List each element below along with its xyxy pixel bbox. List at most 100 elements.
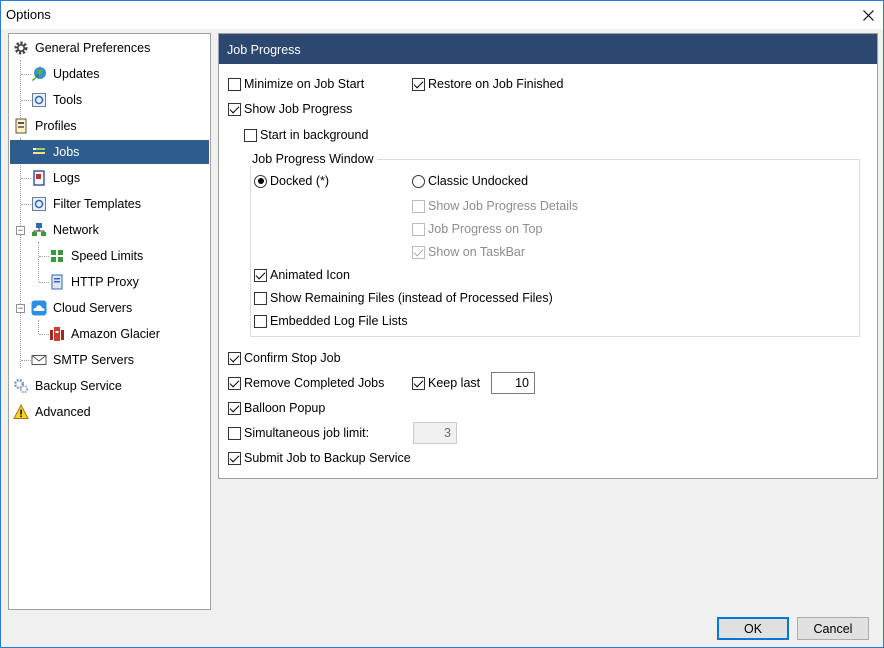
checkbox-box <box>412 222 425 236</box>
tree-line <box>38 320 39 334</box>
network-collapse-toggle[interactable]: − <box>16 226 25 235</box>
filter-templates-icon <box>31 196 47 212</box>
checkbox-box <box>412 77 425 91</box>
tree-item-jobs[interactable]: Jobs <box>10 140 209 164</box>
job-progress-window-group <box>250 159 860 337</box>
checkbox-box <box>412 199 425 213</box>
show-on-taskbar-checkbox[interactable]: Show on TaskBar <box>412 243 525 261</box>
tree-item-label: Updates <box>53 67 100 81</box>
submit-job-to-backup-service-checkbox[interactable]: Submit Job to Backup Service <box>228 449 411 467</box>
tree-item-label: Jobs <box>53 145 80 159</box>
show-remaining-files-checkbox[interactable]: Show Remaining Files (instead of Process… <box>254 289 553 307</box>
checkbox-box <box>254 314 267 328</box>
tree-line <box>38 242 39 282</box>
close-button[interactable] <box>853 1 883 29</box>
options-tree[interactable]: − − General Preferences Updates Tools Pr… <box>8 33 211 610</box>
checkbox-box <box>244 128 257 142</box>
tree-item-advanced[interactable]: Advanced <box>13 400 91 424</box>
tree-item-label: Backup Service <box>35 379 122 393</box>
tree-item-general-preferences[interactable]: General Preferences <box>13 36 150 60</box>
checkbox-box <box>228 401 241 415</box>
radio-label: Classic Undocked <box>428 174 529 188</box>
checkbox-box <box>254 268 267 282</box>
checkbox-box <box>228 77 241 91</box>
tree-item-http-proxy[interactable]: HTTP Proxy <box>49 270 139 294</box>
tree-line <box>20 138 21 368</box>
animated-icon-checkbox[interactable]: Animated Icon <box>254 266 350 284</box>
checkbox-label: Show Remaining Files (instead of Process… <box>270 291 553 305</box>
checkbox-label: Show on TaskBar <box>428 245 526 259</box>
checkbox-label: Restore on Job Finished <box>428 77 564 91</box>
tree-item-updates[interactable]: Updates <box>31 62 100 86</box>
tree-item-cloud-servers[interactable]: Cloud Servers <box>31 296 132 320</box>
radio-circle <box>412 174 425 188</box>
tree-item-profiles[interactable]: Profiles <box>13 114 77 138</box>
tools-icon <box>31 92 47 108</box>
log-book-icon <box>31 170 47 186</box>
checkbox-box <box>228 102 241 116</box>
restore-on-job-finished-checkbox[interactable]: Restore on Job Finished <box>412 75 564 93</box>
tree-item-logs[interactable]: Logs <box>31 166 80 190</box>
checkbox-label: Balloon Popup <box>244 401 326 415</box>
window-title: Options <box>6 7 51 22</box>
profiles-icon <box>13 118 29 134</box>
job-progress-panel: Job Progress Minimize on Job Start Resto… <box>218 33 878 479</box>
show-job-progress-checkbox[interactable]: Show Job Progress <box>228 100 352 118</box>
tree-item-backup-service[interactable]: Backup Service <box>13 374 122 398</box>
service-gear-icon <box>13 378 29 394</box>
tree-item-label: Amazon Glacier <box>71 327 160 341</box>
balloon-popup-checkbox[interactable]: Balloon Popup <box>228 399 325 417</box>
show-job-progress-details-checkbox[interactable]: Show Job Progress Details <box>412 197 578 215</box>
checkbox-label: Confirm Stop Job <box>244 351 341 365</box>
checkbox-label: Start in background <box>260 128 369 142</box>
tree-item-tools[interactable]: Tools <box>31 88 82 112</box>
checkbox-box <box>412 376 425 390</box>
docked-radio[interactable]: Docked (*) <box>254 172 329 190</box>
tree-item-label: General Preferences <box>35 41 151 55</box>
checkbox-box <box>228 451 241 465</box>
tree-item-network[interactable]: Network <box>31 218 99 242</box>
cloud-servers-collapse-toggle[interactable]: − <box>16 304 25 313</box>
tree-item-filter-templates[interactable]: Filter Templates <box>31 192 141 216</box>
tree-item-speed-limits[interactable]: Speed Limits <box>49 244 143 268</box>
checkbox-box <box>254 291 267 305</box>
keep-last-input[interactable]: 10 <box>491 372 535 394</box>
checkbox-label: Embedded Log File Lists <box>270 314 408 328</box>
globe-update-icon <box>31 66 47 82</box>
checkbox-label: Minimize on Job Start <box>244 77 365 91</box>
cancel-button[interactable]: Cancel <box>797 617 869 640</box>
checkbox-box <box>228 351 241 365</box>
checkbox-label: Show Job Progress <box>244 102 353 116</box>
tree-item-label: Profiles <box>35 119 77 133</box>
tree-line <box>21 204 31 205</box>
remove-completed-jobs-checkbox[interactable]: Remove Completed Jobs <box>228 374 384 392</box>
tree-item-label: Filter Templates <box>53 197 141 211</box>
job-progress-on-top-checkbox[interactable]: Job Progress on Top <box>412 220 542 238</box>
tree-item-label: Logs <box>53 171 81 185</box>
confirm-stop-job-checkbox[interactable]: Confirm Stop Job <box>228 349 341 367</box>
tree-line <box>21 360 31 361</box>
panel-header: Job Progress <box>219 34 877 64</box>
tree-item-label: Cloud Servers <box>53 301 133 315</box>
keep-last-checkbox[interactable]: Keep last <box>412 374 480 392</box>
tree-item-amazon-glacier[interactable]: Amazon Glacier <box>49 322 160 346</box>
minimize-on-job-start-checkbox[interactable]: Minimize on Job Start <box>228 75 364 93</box>
group-title: Job Progress Window <box>249 152 377 166</box>
simultaneous-job-limit-checkbox[interactable]: Simultaneous job limit: <box>228 424 369 442</box>
tree-line <box>39 334 49 335</box>
gear-icon <box>13 40 29 56</box>
radio-circle <box>254 174 267 188</box>
simultaneous-job-limit-input[interactable]: 3 <box>413 422 457 444</box>
tree-item-smtp-servers[interactable]: SMTP Servers <box>31 348 134 372</box>
tree-line <box>21 74 31 75</box>
warning-icon <box>13 403 29 420</box>
radio-label: Docked (*) <box>270 174 330 188</box>
embedded-log-file-lists-checkbox[interactable]: Embedded Log File Lists <box>254 312 408 330</box>
checkbox-label: Job Progress on Top <box>428 222 543 236</box>
tree-item-label: Advanced <box>35 405 91 419</box>
classic-undocked-radio[interactable]: Classic Undocked <box>412 172 528 190</box>
checkbox-label: Animated Icon <box>270 268 350 282</box>
start-in-background-checkbox[interactable]: Start in background <box>244 126 368 144</box>
ok-button[interactable]: OK <box>717 617 789 640</box>
tree-line <box>21 100 31 101</box>
